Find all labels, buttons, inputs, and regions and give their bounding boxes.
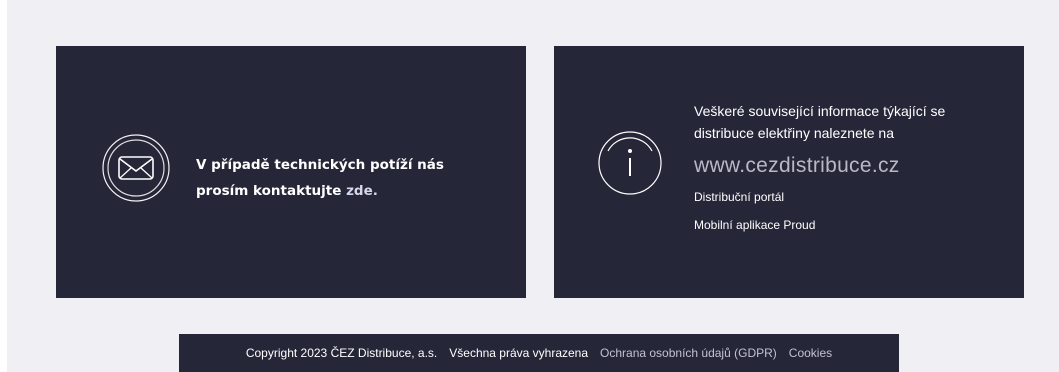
contact-link[interactable]: zde. bbox=[346, 183, 378, 199]
distribution-portal-link[interactable]: Distribuční portál bbox=[694, 190, 1004, 204]
rights-text: Všechna práva vyhrazena bbox=[449, 346, 589, 360]
info-panel: Veškeré související informace týkající s… bbox=[554, 46, 1024, 298]
cookies-link[interactable]: Cookies bbox=[789, 346, 832, 360]
mobile-app-link[interactable]: Mobilní aplikace Proud bbox=[694, 218, 1004, 232]
gdpr-link[interactable]: Ochrana osobních údajů (GDPR) bbox=[600, 346, 777, 360]
copyright-text: Copyright 2023 ČEZ Distribuce, a.s. bbox=[245, 346, 438, 360]
cezdistribuce-link[interactable]: www.cezdistribuce.cz bbox=[694, 154, 1004, 178]
info-block: Veškeré související informace týkající s… bbox=[694, 100, 1004, 232]
contact-message: V případě technických potíží nás prosím … bbox=[196, 157, 444, 199]
contact-panel: V případě technických potíží nás prosím … bbox=[56, 46, 526, 298]
info-text: Veškeré související informace týkající s… bbox=[694, 103, 946, 141]
info-icon bbox=[596, 129, 664, 197]
footer-bar: Copyright 2023 ČEZ Distribuce, a.s. Všec… bbox=[179, 334, 899, 372]
left-white-strip bbox=[0, 0, 7, 372]
contact-text: V případě technických potíží nás prosím … bbox=[196, 152, 496, 204]
mail-icon bbox=[100, 132, 172, 204]
